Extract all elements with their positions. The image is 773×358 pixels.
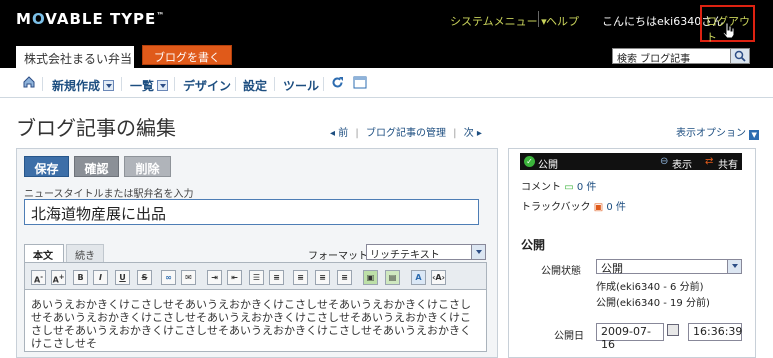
created-info: 作成(eki6340 - 6 分前) [596,282,704,293]
next-link[interactable]: 次 ▸ [464,128,482,139]
search-icon [734,50,746,62]
nav-new[interactable]: 新規作成 [52,77,115,94]
title-label: ニュースタイトルまたは駅弁名を入力 [24,189,194,200]
share-icon[interactable]: ⇄ [705,156,713,167]
prev-link[interactable]: ◂ 前 [330,128,348,139]
write-entry-button[interactable]: ブログを書く [142,45,232,65]
insert-file-icon[interactable]: ▤ [385,270,400,285]
nav-new-label[interactable]: 新規作成 [52,79,100,93]
manage-entries-link[interactable]: ブログ記事の管理 [366,128,446,139]
trackbacks-row: トラックバック ▣ 0 件 [521,198,626,213]
trackback-icon: ▣ [593,202,604,213]
nav-divider [121,77,122,91]
nav-settings[interactable]: 設定 [243,77,267,94]
system-menu-link[interactable]: システムメニュー ▾ [450,13,547,29]
nav-list[interactable]: 一覧 [130,77,169,94]
numbered-list-icon[interactable]: ≡ [269,270,284,285]
chevron-down-icon[interactable] [157,80,169,91]
home-icon[interactable] [22,75,36,89]
chevron-down-icon[interactable] [471,245,485,259]
entry-pagination: ◂ 前 | ブログ記事の管理 | 次 ▸ [330,128,482,139]
italic-button[interactable]: I [93,270,108,285]
view-icon[interactable]: ⊖ [660,156,668,167]
movable-type-logo[interactable]: MOVABLE TYPE™ [16,10,165,28]
nav-divider [174,77,175,91]
nav-list-label[interactable]: 一覧 [130,79,154,93]
published-info: 公開(eki6340 - 19 分前) [596,298,710,309]
strikethrough-button[interactable]: S [137,270,152,285]
nav-divider [274,77,275,91]
tab-extended[interactable]: 続き [66,244,104,262]
page-title: ブログ記事の編集 [16,116,176,140]
publish-time-input[interactable]: 16:36:39 [688,323,742,341]
check-icon: ✓ [524,156,535,167]
share-link[interactable]: 共有 [718,156,738,171]
status-bar: ✓ 公開 ⊖ 表示 ⇄ 共有 [520,153,742,171]
body-editor[interactable]: あいうえおかきくけこさしせそあいうえおかきくけこさしせそあいうえおかきくけこさし… [24,290,487,352]
format-label: フォーマット: [308,251,372,262]
html-mode-icon[interactable]: ‹A› [431,270,446,285]
publish-date-input[interactable]: 2009-07-16 [596,323,664,351]
text-color-icon[interactable]: A [411,270,426,285]
bold-button[interactable]: B [73,270,88,285]
chevron-down-icon[interactable] [103,80,115,91]
nav-divider [323,77,324,91]
delete-button[interactable]: 削除 [124,156,171,177]
insert-image-icon[interactable]: ▣ [363,270,378,285]
nav-divider [42,77,43,91]
view-link[interactable]: 表示 [672,156,692,171]
publish-status-value[interactable]: 公開 [601,262,623,275]
chevron-down-icon[interactable]: ▼ [749,130,760,140]
link-icon[interactable]: ∞ [161,270,176,285]
indent-icon[interactable]: ⇥ [207,270,222,285]
format-select[interactable]: リッチテキスト [366,244,486,261]
font-smaller-button[interactable]: A- [31,270,46,285]
trackbacks-label: トラックバック [521,202,591,213]
publish-date-label: 公開日 [554,331,584,342]
comments-row: コメント ▭ 0 件 [521,178,596,193]
view-site-icon[interactable] [353,76,367,89]
preview-button[interactable]: 確認 [74,156,119,177]
bulleted-list-icon[interactable]: ☰ [249,270,264,285]
hand-cursor-icon [722,22,735,38]
align-center-icon[interactable]: ≡ [315,270,330,285]
search-button[interactable] [730,49,749,63]
comments-count-link[interactable]: 0 件 [577,182,597,193]
nav-divider [235,77,236,91]
display-options-link[interactable]: 表示オプション ▼ [676,124,760,140]
display-options-label[interactable]: 表示オプション [676,128,746,139]
editor-toolbar: A- A+ B I U S ∞ ✉ ⇥ ⇤ ☰ ≡ ≡ ≡ ≡ ▣ ▤ A ‹A… [24,262,487,290]
calendar-icon[interactable] [667,324,679,336]
app-header: MOVABLE TYPE™ システムメニュー ▾ ヘルプ こんにちはeki634… [0,0,773,68]
comment-icon: ▭ [564,182,574,193]
save-button[interactable]: 保存 [24,156,69,177]
help-link[interactable]: ヘルプ [546,13,579,29]
email-link-icon[interactable]: ✉ [181,270,196,285]
nav-design[interactable]: デザイン [183,77,231,94]
font-larger-button[interactable]: A+ [51,270,66,285]
status-label: 公開 [538,160,558,171]
tab-body[interactable]: 本文 [24,244,64,262]
comments-label: コメント [521,182,561,193]
publish-heading: 公開 [521,238,546,252]
align-right-icon[interactable]: ≡ [337,270,352,285]
align-left-icon[interactable]: ≡ [293,270,308,285]
main-nav: 新規作成 一覧 デザイン 設定 ツール [0,68,773,98]
publish-status-select[interactable]: 公開 [596,259,742,275]
chevron-down-icon[interactable] [727,260,741,273]
blog-name-tab[interactable]: 株式会社まるい弁当 [16,46,134,68]
trackbacks-count-link[interactable]: 0 件 [606,202,626,213]
nav-tools[interactable]: ツール [283,77,319,94]
format-value[interactable]: リッチテキスト [370,250,440,261]
underline-button[interactable]: U [115,270,130,285]
outdent-icon[interactable]: ⇤ [227,270,242,285]
header-divider [538,11,539,27]
publish-status-label: 公開状態 [541,266,581,277]
refresh-icon[interactable] [331,76,344,89]
title-input[interactable]: 北海道物産展に出品 [24,199,479,225]
